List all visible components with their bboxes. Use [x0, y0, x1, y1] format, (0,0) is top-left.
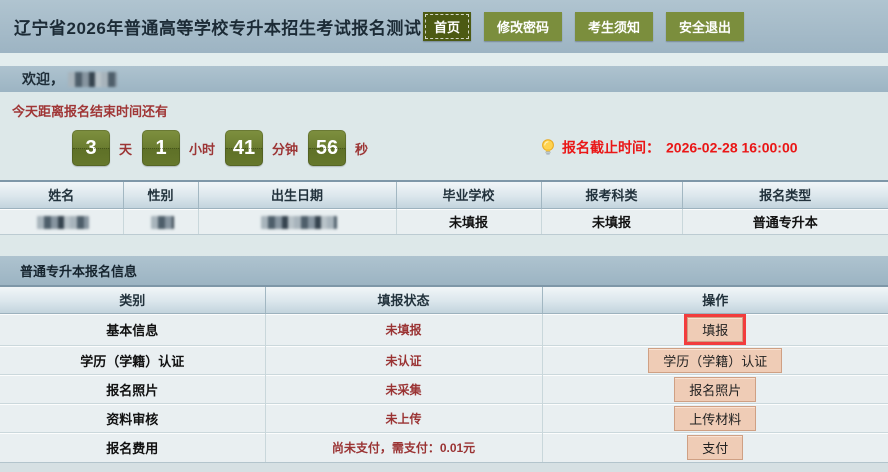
countdown-notice: 今天距离报名结束时间还有 — [0, 92, 888, 116]
censored-birthdate — [261, 216, 337, 229]
category-material-review: 资料审核 — [0, 404, 265, 433]
row-education-cert: 学历（学籍）认证 未认证 学历（学籍）认证 — [0, 346, 888, 375]
section-spacer — [0, 235, 888, 256]
category-education-cert: 学历（学籍）认证 — [0, 346, 265, 375]
info-table-header-row: 类别 填报状态 操作 — [0, 286, 888, 314]
hours-value: 1 — [142, 130, 180, 166]
col-exam-category: 报考科类 — [541, 181, 682, 208]
education-cert-button[interactable]: 学历（学籍）认证 — [648, 348, 782, 373]
deadline-value: 2026-02-28 16:00:00 — [666, 140, 798, 156]
cell-name — [0, 208, 123, 234]
profile-table-row: 未填报 未填报 普通专升本 — [0, 208, 888, 234]
countdown-seconds: 56 秒 — [308, 130, 378, 166]
profile-table: 姓名 性别 出生日期 毕业学校 报考科类 报名类型 未填报 未填报 普通专升本 — [0, 180, 888, 235]
cell-exam-category: 未填报 — [541, 208, 682, 234]
col-gender: 性别 — [123, 181, 198, 208]
cell-school: 未填报 — [396, 208, 541, 234]
fill-button-highlight: 填报 — [684, 314, 746, 345]
col-category: 类别 — [0, 286, 265, 314]
welcome-bar: 欢迎， — [0, 66, 888, 92]
nav-logout-button[interactable]: 安全退出 — [666, 12, 744, 41]
countdown-hours: 1 小时 — [142, 130, 225, 166]
row-basic-info: 基本信息 未填报 填报 — [0, 314, 888, 346]
col-name: 姓名 — [0, 181, 123, 208]
days-label: 天 — [119, 139, 132, 158]
page-title: 辽宁省2026年普通高等学校专升本招生考试报名测试 — [0, 14, 421, 39]
deadline-notice: 报名截止时间： 2026-02-28 16:00:00 — [540, 138, 798, 158]
action-cell-material-review: 上传材料 — [542, 404, 888, 433]
days-value: 3 — [72, 130, 110, 166]
nav-change-password-button[interactable]: 修改密码 — [484, 12, 562, 41]
photo-button[interactable]: 报名照片 — [674, 377, 756, 402]
action-cell-photo: 报名照片 — [542, 375, 888, 404]
nav-candidate-notice-button[interactable]: 考生须知 — [575, 12, 653, 41]
status-material-review: 未上传 — [265, 404, 542, 433]
status-photo: 未采集 — [265, 375, 542, 404]
hours-label: 小时 — [189, 139, 215, 158]
status-education-cert: 未认证 — [265, 346, 542, 375]
welcome-label: 欢迎， — [22, 69, 64, 89]
category-fee: 报名费用 — [0, 433, 265, 462]
section-title: 普通专升本报名信息 — [20, 261, 137, 280]
minutes-value: 41 — [225, 130, 263, 166]
category-photo: 报名照片 — [0, 375, 265, 404]
bottom-margin-strip — [0, 462, 888, 472]
col-registration-type: 报名类型 — [682, 181, 888, 208]
action-cell-education-cert: 学历（学籍）认证 — [542, 346, 888, 375]
col-status: 填报状态 — [265, 286, 542, 314]
pay-button[interactable]: 支付 — [687, 435, 743, 460]
status-fee: 尚未支付，需支付：0.01元 — [265, 433, 542, 462]
registration-info-table: 类别 填报状态 操作 基本信息 未填报 填报 学历（学籍）认证 未认证 学历（学… — [0, 285, 888, 462]
col-birthdate: 出生日期 — [198, 181, 396, 208]
deadline-label: 报名截止时间： — [562, 138, 660, 158]
censored-user-name — [68, 72, 117, 87]
cell-birthdate — [198, 208, 396, 234]
censored-gender — [151, 216, 174, 229]
top-header-bar: 辽宁省2026年普通高等学校专升本招生考试报名测试 首页 修改密码 考生须知 安… — [0, 0, 888, 53]
action-cell-basic-info: 填报 — [542, 314, 888, 346]
section-header: 普通专升本报名信息 — [0, 256, 888, 285]
fill-info-button[interactable]: 填报 — [687, 317, 743, 342]
seconds-value: 56 — [308, 130, 346, 166]
cell-registration-type: 普通专升本 — [682, 208, 888, 234]
nav-home-button[interactable]: 首页 — [423, 12, 471, 41]
col-school: 毕业学校 — [396, 181, 541, 208]
profile-table-header-row: 姓名 性别 出生日期 毕业学校 报考科类 报名类型 — [0, 181, 888, 208]
action-cell-fee: 支付 — [542, 433, 888, 462]
row-photo: 报名照片 未采集 报名照片 — [0, 375, 888, 404]
seconds-label: 秒 — [355, 139, 368, 158]
censored-name — [37, 216, 89, 229]
cell-gender — [123, 208, 198, 234]
category-basic-info: 基本信息 — [0, 314, 265, 346]
countdown-days: 3 天 — [72, 130, 142, 166]
row-fee: 报名费用 尚未支付，需支付：0.01元 支付 — [0, 433, 888, 462]
countdown-section: 今天距离报名结束时间还有 3 天 1 小时 41 分钟 56 秒 报名截止时间 — [0, 92, 888, 180]
divider-strip — [0, 53, 888, 66]
upload-material-button[interactable]: 上传材料 — [674, 406, 756, 431]
row-material-review: 资料审核 未上传 上传材料 — [0, 404, 888, 433]
status-basic-info: 未填报 — [265, 314, 542, 346]
countdown-row: 3 天 1 小时 41 分钟 56 秒 报名截止时间： 2026-02-28 16… — [0, 116, 888, 180]
top-nav: 首页 修改密码 考生须知 安全退出 — [423, 12, 744, 41]
col-action: 操作 — [542, 286, 888, 314]
lightbulb-icon — [540, 139, 556, 157]
minutes-label: 分钟 — [272, 139, 298, 158]
countdown-minutes: 41 分钟 — [225, 130, 308, 166]
